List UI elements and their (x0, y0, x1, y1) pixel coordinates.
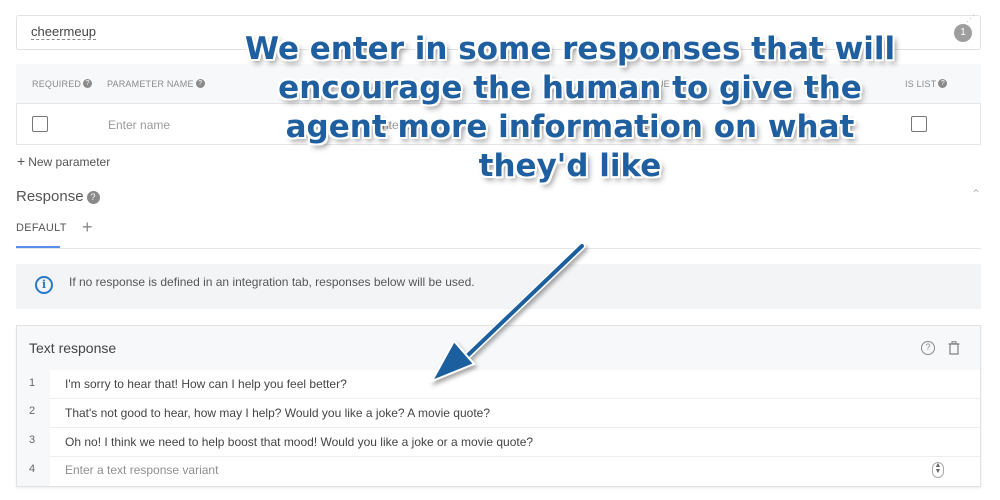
is-list-checkbox[interactable] (911, 116, 927, 132)
help-icon: ? (195, 79, 205, 88)
new-parameter-link[interactable]: + New parameter (17, 153, 110, 169)
stepper-icon[interactable]: ▲ ▼ (932, 462, 944, 478)
row-divider (50, 398, 980, 399)
trash-icon[interactable] (948, 341, 960, 355)
tab-default[interactable]: DEFAULT (16, 222, 67, 234)
response-variant-2[interactable]: That's not good to hear, how may I help?… (65, 406, 490, 420)
header-is-list: IS LIST? (905, 79, 948, 90)
row-number: 1 (29, 377, 36, 389)
new-response-variant-input[interactable]: Enter a text response variant (65, 463, 218, 477)
text-response-title: Text response (29, 340, 117, 356)
row-number: 4 (29, 463, 36, 475)
output-context-chip[interactable]: cheermeup (31, 24, 97, 40)
response-variant-3[interactable]: Oh no! I think we need to help boost tha… (65, 435, 533, 449)
header-required: REQUIRED? (32, 79, 93, 90)
response-section-title: Response? (16, 188, 100, 205)
collapse-chevron-icon[interactable]: ⌃ (971, 187, 981, 201)
resize-handle-icon[interactable]: ⋰ (966, 14, 975, 23)
response-variant-1[interactable]: I'm sorry to hear that! How can I help y… (65, 377, 347, 391)
annotation-callout: We enter in some responses that will enc… (244, 31, 896, 184)
row-divider (50, 427, 980, 428)
header-parameter-name: PARAMETER NAME? (107, 79, 205, 90)
text-response-header (17, 326, 980, 370)
row-number: 3 (29, 434, 36, 446)
context-lifespan-badge[interactable]: 1 (954, 24, 972, 42)
help-icon: ? (86, 190, 100, 204)
parameter-name-input[interactable]: Enter name (108, 118, 170, 132)
help-icon: ? (83, 79, 93, 88)
row-divider (50, 456, 980, 457)
tabs-divider (16, 248, 981, 249)
info-icon: i (35, 276, 53, 294)
help-icon[interactable]: ? (921, 341, 935, 355)
row-number: 2 (29, 405, 36, 417)
add-tab-plus-icon[interactable]: + (82, 217, 93, 238)
required-checkbox[interactable] (32, 116, 48, 132)
plus-icon: + (17, 153, 26, 169)
info-text: If no response is defined in an integrat… (69, 275, 475, 289)
help-icon: ? (938, 79, 948, 88)
